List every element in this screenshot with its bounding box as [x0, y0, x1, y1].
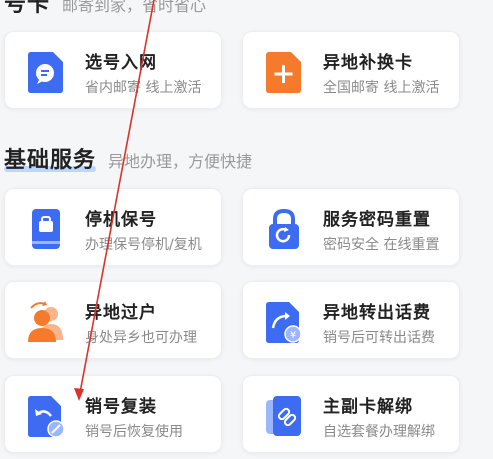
- card-desc: 身处异乡也可办理: [85, 330, 197, 346]
- card-desc: 销号后恢复使用: [85, 424, 183, 440]
- section-title: 基础服务: [4, 142, 97, 174]
- svg-text:¥: ¥: [290, 330, 296, 341]
- section-heading-sim: 号卡 邮寄到家，省时省心: [4, 0, 206, 18]
- card-unbind-sub-card[interactable]: 主副卡解绑 自选套餐办理解绑: [242, 375, 460, 453]
- section-heading-basic: 基础服务 异地办理，方便快捷: [4, 142, 252, 174]
- card-desc: 办理保号停机/复机: [85, 237, 202, 253]
- card-remote-transfer-owner[interactable]: 异地过户 身处异乡也可办理: [4, 281, 222, 359]
- phone-pause-icon: [32, 209, 60, 249]
- card-title: 异地转出话费: [323, 303, 431, 323]
- card-reset-service-password[interactable]: 服务密码重置 密码安全 在线重置: [242, 188, 460, 266]
- sim-card-plus-icon: [266, 52, 301, 93]
- card-suspend-keep-number[interactable]: 停机保号 办理保号停机/复机: [4, 188, 222, 266]
- card-desc: 省内邮寄 线上激活: [85, 80, 202, 96]
- section-title: 号卡: [4, 0, 51, 17]
- card-cancel-restore-number[interactable]: 销号复装 销号后恢复使用: [4, 375, 222, 453]
- card-desc: 销号后可转出话费: [323, 330, 435, 346]
- user-transfer-icon: [28, 301, 63, 342]
- card-title: 异地补换卡: [323, 53, 413, 73]
- card-select-number[interactable]: 选号入网 省内邮寄 线上激活: [4, 31, 222, 109]
- card-remote-transfer-balance[interactable]: ¥ 异地转出话费 销号后可转出话费: [242, 281, 460, 359]
- sim-card-chat-icon: [28, 52, 63, 93]
- card-title: 异地过户: [85, 303, 157, 323]
- card-title: 选号入网: [85, 53, 157, 73]
- section-subtitle: 邮寄到家，省时省心: [62, 0, 207, 15]
- card-title: 主副卡解绑: [323, 397, 413, 417]
- card-desc: 自选套餐办理解绑: [323, 424, 435, 440]
- lock-reset-icon: [269, 208, 299, 249]
- card-desc: 全国邮寄 线上激活: [323, 80, 440, 96]
- sim-restore-icon: [28, 396, 65, 438]
- card-title: 服务密码重置: [323, 210, 431, 230]
- card-remote-replace-card[interactable]: 异地补换卡 全国邮寄 线上激活: [242, 31, 460, 109]
- card-desc: 密码安全 在线重置: [323, 237, 440, 253]
- card-title: 销号复装: [85, 397, 157, 417]
- unlink-icon: [266, 396, 301, 436]
- card-title: 停机保号: [85, 210, 157, 230]
- section-title-text: 基础服务: [4, 148, 97, 173]
- yuan-transfer-icon: ¥: [266, 302, 302, 343]
- service-page: 号卡 邮寄到家，省时省心 选号入网 省内邮寄 线上激活 异地补换卡 全国邮寄 线…: [0, 0, 493, 459]
- section-subtitle: 异地办理，方便快捷: [108, 152, 253, 171]
